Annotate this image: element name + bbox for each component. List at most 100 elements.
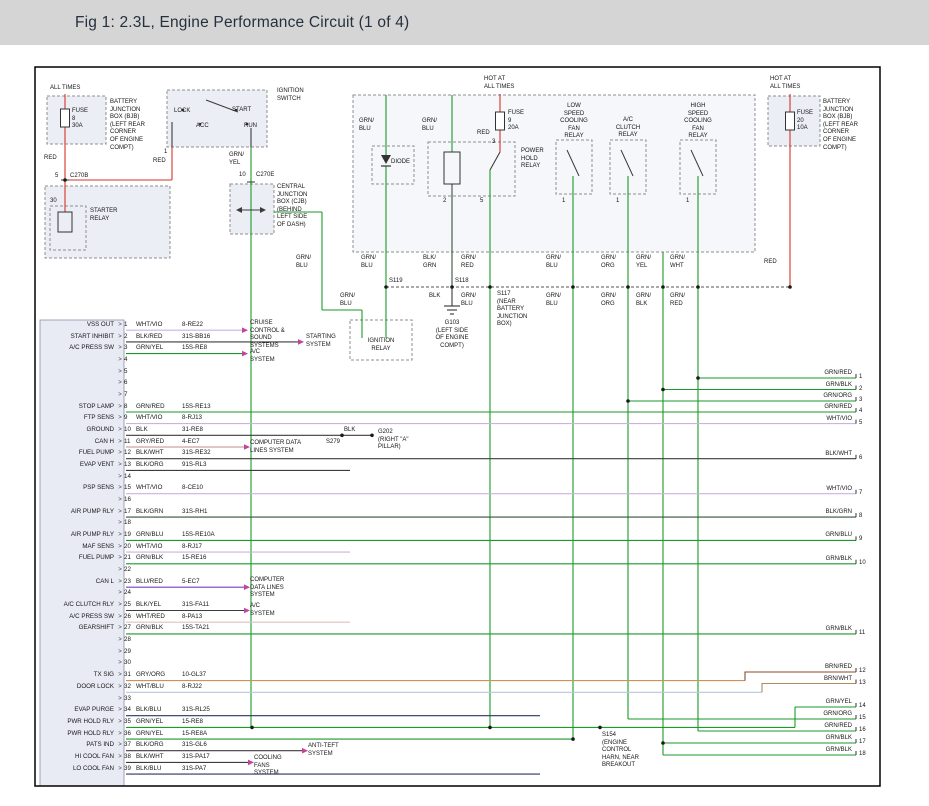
pin-bracket: > [116,659,124,671]
switch-pos-start: START [232,107,251,115]
system-arrows [242,327,308,765]
pin-bracket: > [116,379,124,391]
pin-bracket: > [116,484,124,496]
connector-row: CAN L > 23 BLU/RED 5-EC7 [40,578,240,590]
connector-row: START INHIBIT > 2 BLK/RED 31S-BB16 [40,333,240,345]
ignition-relay-label: IGNITIONRELAY [352,338,410,353]
wire-color-label: GRN/BLK [796,626,852,632]
pin-bracket: > [116,414,124,426]
wire-color-label: GRN/WHT [670,255,685,270]
circuit-code: 31S-RH1 [182,508,240,520]
wire-color-label: WHT/VIO [796,486,852,492]
signal-label: DOOR LOCK [40,683,116,695]
circuit-code [182,356,240,368]
pin-number: 18 [124,519,136,531]
pin-bracket: > [116,765,124,777]
pin-bracket: > [116,671,124,683]
wiring-diagram-page: Fig 1: 2.3L, Engine Performance Circuit … [0,0,929,806]
wire-color [136,473,182,485]
pin-bracket: > [116,648,124,660]
pin-bracket: > [116,554,124,566]
circuit-code: 15S-RE8 [182,344,240,356]
signal-label: A/C CLUTCH RLY [40,601,116,613]
wire-color-label: BLK/GRN [423,255,436,270]
circuit-code [182,566,240,578]
wire-color-label: GRN/YEL [229,152,244,167]
bjb-right-label: BATTERYJUNCTIONBOX (BJB)(LEFT REARCORNER… [823,99,858,152]
wire-color-label: BLK/WHT [796,451,852,457]
pin-number: 2 [443,198,446,206]
circuit-code [182,636,240,648]
signal-label [40,566,116,578]
pin-bracket: > [116,461,124,473]
wire-color: BLK/WHT [136,449,182,461]
wire-color-label: GRN/RED [461,255,476,270]
pin-bracket: > [116,566,124,578]
wire-color [136,519,182,531]
wire-color-label: GRN/BLK [796,735,852,741]
signal-label: START INHIBIT [40,333,116,345]
connector-row: > 33 [40,695,240,707]
circuit-code [182,648,240,660]
wire-color-label: BLK [344,427,355,435]
pin-number: 1 [164,149,167,157]
pin-bracket: > [116,356,124,368]
pin-number: 12 [124,449,136,461]
circuit-code: 31S-GL6 [182,741,240,753]
connector-row: DOOR LOCK > 32 WHT/BLU 8-RJ22 [40,683,240,695]
circuit-code: 8-CE10 [182,484,240,496]
pin-number: 30 [50,198,57,206]
connector-row: HI COOL FAN > 38 BLK/WHT 31S-PA17 [40,753,240,765]
pin-number: 8 [124,403,136,415]
pin-bracket: > [116,449,124,461]
continuation-number: 15 [859,715,866,721]
circuit-code [182,473,240,485]
hot-at-all-times-label: HOT ATALL TIMES [770,76,800,91]
pin-number: 26 [124,613,136,625]
pin-number: 1 [686,198,689,206]
connector-row: GEARSHIFT > 27 GRN/BLK 15S-TA21 [40,624,240,636]
pin-bracket: > [116,531,124,543]
pin-bracket: > [116,496,124,508]
connector-row: A/C PRESS SW > 26 WHT/RED 8-PA13 [40,613,240,625]
continuation-number: 5 [859,420,862,426]
ignition-switch-label: IGNITIONSWITCH [277,88,304,103]
wire-color: WHT/VIO [136,484,182,496]
ground-g202-label: G202(RIGHT "A"PILLAR) [378,429,408,452]
system-ac-label: A/CSYSTEM [250,349,275,364]
signal-label: GEARSHIFT [40,624,116,636]
pin-bracket: > [116,683,124,695]
connector-row: AIR PUMP RLY > 17 BLK/GRN 31S-RH1 [40,508,240,520]
wire-color: GRY/RED [136,438,182,450]
wire-color [136,391,182,403]
splice-s279-label: S279 [326,439,340,447]
connector-row: FTP SENS > 9 WHT/VIO 8-RJ13 [40,414,240,426]
pin-bracket: > [116,403,124,415]
pin-bracket: > [116,718,124,730]
signal-label [40,391,116,403]
connector-row: AIR PUMP RLY > 19 GRN/BLU 15S-RE10A [40,531,240,543]
continuation-number: 16 [859,727,866,733]
wire-color-label: BRN/RED [796,664,852,670]
pin-number: 19 [124,531,136,543]
connector-row: PWR HOLD RLY > 35 GRN/YEL 15-RE8 [40,718,240,730]
wire-color-label: GRN/BLU [546,255,561,270]
pin-number: 27 [124,624,136,636]
wire-color: GRN/BLU [136,531,182,543]
wire-color-label: GRN/BLU [359,118,374,133]
connector-row: CAN H > 11 GRY/RED 4-EC7 [40,438,240,450]
signal-label [40,659,116,671]
continuation-number: 12 [859,668,866,674]
wire-color-label: BLK/GRN [796,509,852,515]
pin-number: 15 [124,484,136,496]
wire-color-label: WHT/VIO [796,416,852,422]
wire-color-label: RED [153,158,166,166]
pin-number: 6 [124,379,136,391]
wire-color: BLK/GRN [136,508,182,520]
fuse8-label: FUSE830A [72,108,88,131]
pin-number: 1 [124,321,136,333]
signal-label: HI COOL FAN [40,753,116,765]
circuit-code: 15-RE16 [182,554,240,566]
circuit-code [182,519,240,531]
signal-label: TX SIG [40,671,116,683]
